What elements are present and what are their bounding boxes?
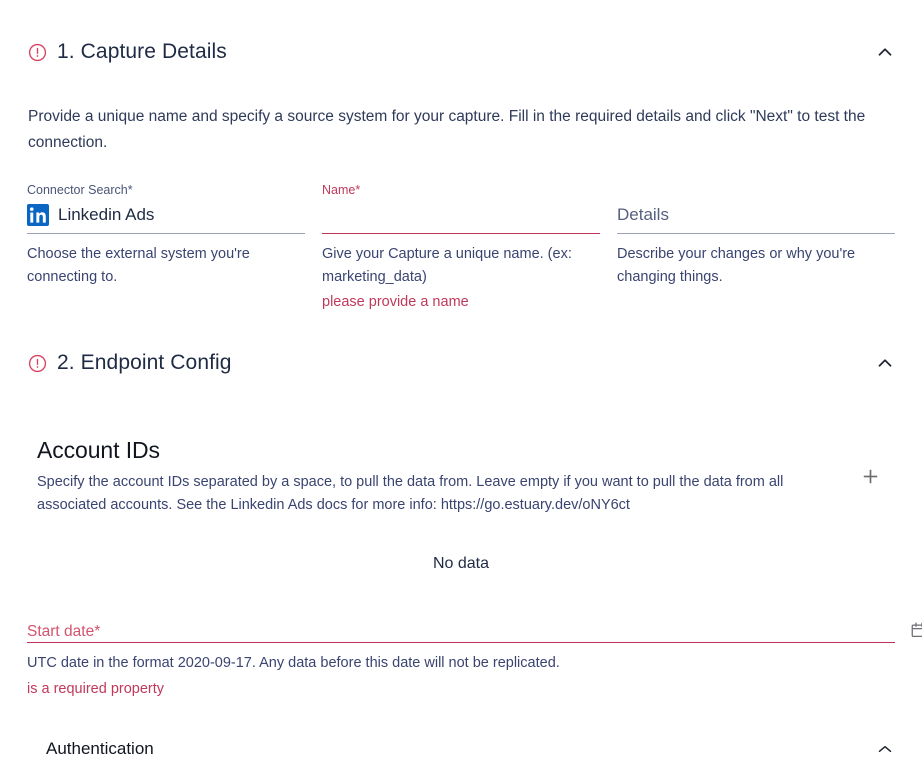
connector-search-input[interactable]: Linkedin Ads	[27, 198, 305, 234]
required-marker: *	[127, 183, 133, 197]
name-label-text: Name	[322, 183, 356, 197]
required-marker: *	[94, 623, 101, 640]
calendar-icon	[910, 621, 922, 638]
account-ids-text: Account IDs Specify the account IDs sepa…	[37, 437, 853, 517]
start-date-error-message: is a required property	[27, 681, 165, 697]
authentication-title: Authentication	[46, 739, 154, 758]
connector-search-value-wrap: Linkedin Ads	[27, 203, 155, 228]
start-date-label: Start date*	[27, 622, 100, 642]
section-endpoint-config-title-wrap: 2. Endpoint Config	[28, 351, 874, 375]
section-capture-details: 1. Capture Details Provide a unique name…	[0, 30, 922, 314]
details-field: Details Describe your changes or why you…	[617, 182, 895, 289]
start-date-block: Start date* UTC date in the format 2020-…	[0, 617, 922, 700]
endpoint-config-body: Account IDs Specify the account IDs sepa…	[0, 437, 922, 573]
connector-search-label-text: Connector Search	[27, 183, 128, 197]
name-input[interactable]	[322, 198, 600, 234]
chevron-up-icon[interactable]	[874, 352, 896, 374]
section-capture-details-header[interactable]: 1. Capture Details	[0, 30, 922, 74]
section-capture-details-description: Provide a unique name and specify a sour…	[28, 108, 866, 151]
add-account-id-button[interactable]	[853, 459, 887, 493]
account-ids-block: Account IDs Specify the account IDs sepa…	[27, 437, 895, 517]
required-marker: *	[355, 183, 361, 197]
authentication-accordion[interactable]: Authentication	[0, 728, 922, 765]
start-date-help: UTC date in the format 2020-09-17. Any d…	[27, 655, 560, 671]
chevron-up-icon[interactable]	[874, 738, 896, 760]
name-field: Name* Give your Capture a unique name. (…	[322, 182, 600, 314]
chevron-up-icon[interactable]	[874, 41, 896, 63]
name-label: Name*	[322, 182, 600, 198]
section-capture-details-title: 1. Capture Details	[57, 40, 227, 63]
capture-configuration-page: 1. Capture Details Provide a unique name…	[0, 0, 922, 765]
name-error-message: please provide a name	[322, 294, 469, 310]
start-date-input[interactable]: Start date*	[27, 617, 895, 643]
connector-search-value: Linkedin Ads	[58, 204, 155, 224]
details-input[interactable]: Details	[617, 198, 895, 234]
details-help: Describe your changes or why you're chan…	[617, 246, 856, 285]
details-placeholder: Details	[617, 204, 669, 224]
linkedin-icon	[27, 203, 49, 226]
capture-fields-row: Connector Search* Linkedin Ads Choose th…	[0, 182, 922, 314]
section-endpoint-config-title: 2. Endpoint Config	[57, 351, 232, 374]
name-help: Give your Capture a unique name. (ex: ma…	[322, 246, 572, 285]
account-ids-empty-state: No data	[432, 555, 490, 572]
section-endpoint-config-header[interactable]: 2. Endpoint Config	[0, 341, 922, 385]
start-date-control-wrap: Start date*	[27, 617, 922, 643]
connector-search-label: Connector Search*	[27, 182, 305, 198]
account-ids-description: Specify the account IDs separated by a s…	[37, 474, 784, 513]
section-capture-details-title-wrap: 1. Capture Details	[28, 40, 874, 64]
connector-search-field: Connector Search* Linkedin Ads Choose th…	[27, 182, 305, 289]
alert-circle-icon	[28, 354, 47, 373]
start-date-calendar-button[interactable]	[905, 616, 922, 642]
section-endpoint-config: 2. Endpoint Config Account IDs Specify t…	[0, 341, 922, 765]
details-label	[617, 182, 895, 198]
connector-search-help: Choose the external system you're connec…	[27, 246, 250, 285]
start-date-label-text: Start date	[27, 623, 95, 640]
plus-icon	[861, 467, 880, 486]
alert-circle-icon	[28, 43, 47, 62]
account-ids-title: Account IDs	[37, 437, 160, 463]
